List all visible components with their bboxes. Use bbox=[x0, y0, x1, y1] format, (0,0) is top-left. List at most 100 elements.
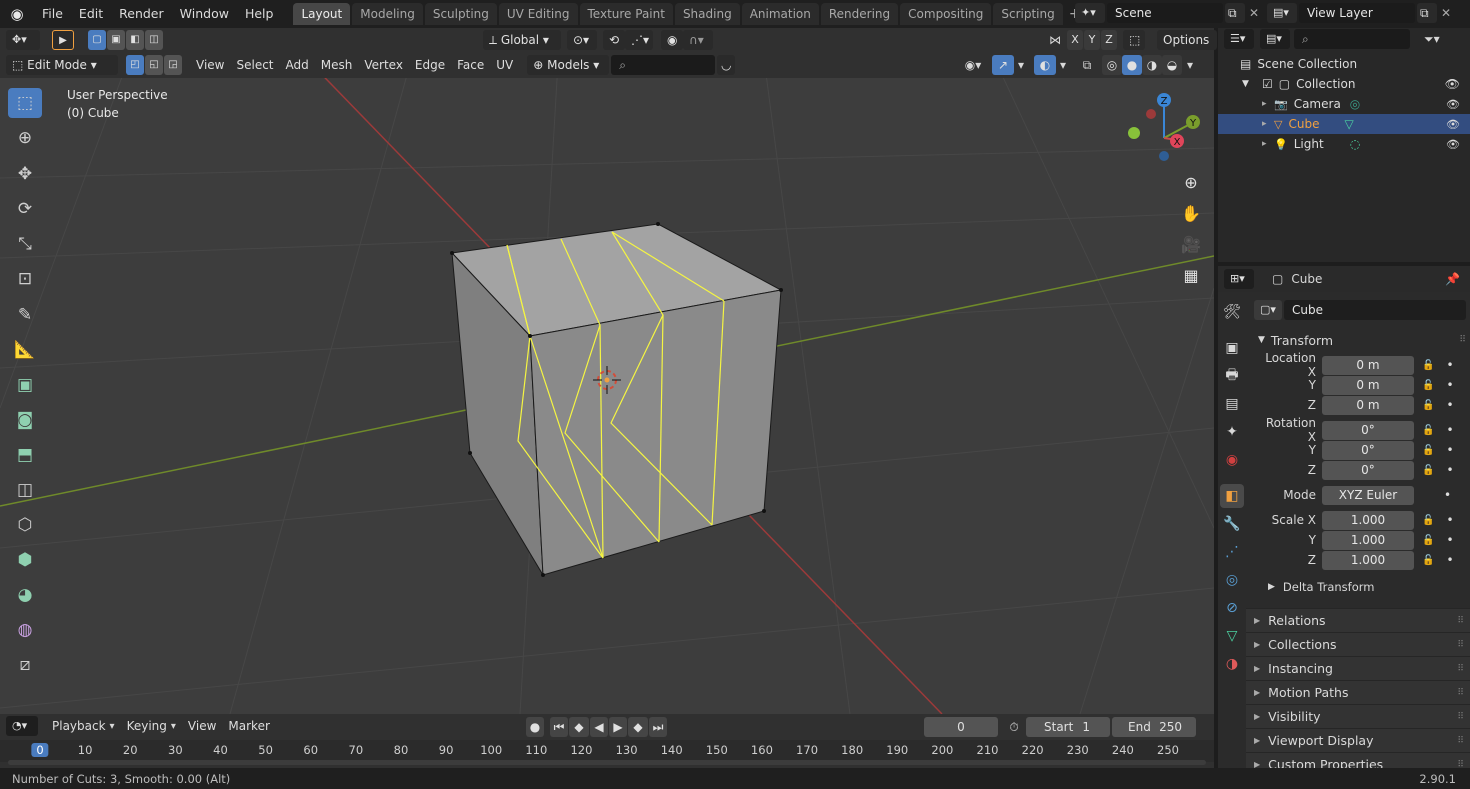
collection-row[interactable]: ▼ ☑ ▢ Collection 👁 bbox=[1218, 74, 1470, 94]
menu-edit[interactable]: Edit bbox=[71, 2, 111, 26]
wireframe-shading-icon[interactable]: ◎ bbox=[1102, 55, 1122, 75]
scene-collection-row[interactable]: ▤ Scene Collection bbox=[1218, 54, 1470, 74]
pivot-point-icon[interactable]: ⊙▾ bbox=[567, 30, 597, 50]
gizmo-toggle-icon[interactable]: ↗ bbox=[992, 55, 1014, 75]
visibility-icon[interactable]: ◉▾ bbox=[958, 58, 988, 72]
blender-logo-icon[interactable]: ◉ bbox=[0, 5, 34, 23]
viewport-canvas[interactable]: User Perspective (0) Cube Z Y X ⊕ ✋ 🎥 ▦ bbox=[0, 28, 1214, 714]
location-y-value[interactable]: 0 m bbox=[1322, 375, 1414, 395]
viewport-scene[interactable] bbox=[0, 28, 1214, 714]
menu-vertex[interactable]: Vertex bbox=[358, 55, 409, 75]
record-icon[interactable]: ● bbox=[526, 717, 544, 737]
pin-icon[interactable]: 📌 bbox=[1445, 272, 1460, 286]
drag-handle-icon[interactable]: ⠿ bbox=[1457, 688, 1464, 698]
zoom-icon[interactable]: ⊕ bbox=[1177, 168, 1205, 196]
scale-y-lock-icon[interactable]: 🔓 bbox=[1422, 535, 1434, 546]
spin-tool-icon[interactable]: ◕ bbox=[8, 580, 42, 610]
edge-slide-icon[interactable]: ⧄ bbox=[8, 650, 42, 680]
inset-tool-icon[interactable]: ◙ bbox=[8, 405, 42, 435]
tool-tab-icon[interactable]: 🛠 bbox=[1220, 300, 1244, 324]
panel-relations[interactable]: ▶ Relations ⠿ bbox=[1246, 608, 1470, 632]
mirror-x-toggle[interactable]: X bbox=[1067, 30, 1083, 50]
mode-dropdown[interactable]: ⬚ Edit Mode ▾ bbox=[6, 55, 118, 75]
mirror-z-toggle[interactable]: Z bbox=[1101, 30, 1117, 50]
timeline-menu-playback[interactable]: Playback bbox=[46, 716, 112, 736]
knife-tool-icon[interactable]: ⬡ bbox=[8, 510, 42, 540]
location-z-value[interactable]: 0 m bbox=[1322, 395, 1414, 415]
object-name-input[interactable]: Cube bbox=[1284, 300, 1466, 320]
scale-y-keyframe-icon[interactable]: • bbox=[1446, 533, 1453, 547]
tab-sculpting[interactable]: Sculpting bbox=[424, 3, 497, 25]
drag-handle-icon[interactable]: ⠿ bbox=[1457, 640, 1464, 650]
overlays-toggle-icon[interactable]: ◐ bbox=[1034, 55, 1056, 75]
object-tab-icon[interactable]: ◧ bbox=[1220, 484, 1244, 508]
navigation-gizmo[interactable]: Z Y X bbox=[1122, 90, 1206, 170]
tab-texture-paint[interactable]: Texture Paint bbox=[579, 3, 673, 25]
rotation-y-lock-icon[interactable]: 🔓 bbox=[1422, 445, 1434, 456]
render-tab-icon[interactable]: ▣ bbox=[1220, 336, 1244, 360]
panel-motion-paths[interactable]: ▶ Motion Paths ⠿ bbox=[1246, 680, 1470, 704]
annotate-tool-icon[interactable]: ✎ bbox=[8, 300, 42, 330]
outliner-editor-icon[interactable]: ☰▾ bbox=[1224, 29, 1254, 49]
scale-x-lock-icon[interactable]: 🔓 bbox=[1422, 515, 1434, 526]
vertex-select-icon[interactable]: ◰ bbox=[126, 55, 144, 75]
rotation-y-value[interactable]: 0° bbox=[1322, 440, 1414, 460]
start-frame-field[interactable]: Start 1 bbox=[1026, 717, 1110, 737]
output-tab-icon[interactable]: 🖶 bbox=[1220, 364, 1244, 388]
tab-modeling[interactable]: Modeling bbox=[352, 3, 423, 25]
light-visibility-icon[interactable]: 👁 bbox=[1446, 138, 1460, 151]
location-y-lock-icon[interactable]: 🔓 bbox=[1422, 380, 1434, 391]
auto-merge-icon[interactable]: ⬚ bbox=[1123, 30, 1145, 50]
rotation-z-lock-icon[interactable]: 🔓 bbox=[1422, 465, 1434, 476]
world-tab-icon[interactable]: ◉ bbox=[1220, 448, 1244, 472]
menu-help[interactable]: Help bbox=[237, 2, 282, 26]
rotate-tool-icon[interactable]: ⟳ bbox=[8, 194, 42, 224]
extrude-tool-icon[interactable]: ▣ bbox=[8, 370, 42, 400]
new-scene-icon[interactable]: ⧉ bbox=[1225, 3, 1245, 23]
transform-tool-icon[interactable]: ⊡ bbox=[8, 264, 42, 294]
drag-handle-icon[interactable]: ⠿ bbox=[1457, 616, 1464, 626]
gizmo-options-icon[interactable]: ▾ bbox=[1014, 58, 1028, 72]
menu-view[interactable]: View bbox=[190, 55, 230, 75]
tab-layout[interactable]: Layout bbox=[293, 3, 351, 25]
pan-hand-icon[interactable]: ✋ bbox=[1177, 199, 1205, 227]
properties-editor-icon[interactable]: ⊞▾ bbox=[1224, 269, 1254, 289]
select-tool-icon[interactable]: ▶ bbox=[52, 30, 74, 50]
menu-window[interactable]: Window bbox=[172, 2, 237, 26]
models-dropdown[interactable]: ⊕ Models ▾ bbox=[527, 55, 610, 75]
rotation-x-keyframe-icon[interactable]: • bbox=[1446, 423, 1453, 437]
next-keyframe-icon[interactable]: ◆ bbox=[628, 717, 648, 737]
scale-z-keyframe-icon[interactable]: • bbox=[1446, 553, 1453, 567]
asset-search-input[interactable]: ⌕ bbox=[611, 55, 716, 75]
drag-handle-icon[interactable]: ⠿ bbox=[1457, 736, 1464, 746]
panel-viewport-display[interactable]: ▶ Viewport Display ⠿ bbox=[1246, 728, 1470, 752]
timeline-menu-marker[interactable]: Marker bbox=[222, 716, 275, 736]
clock-icon[interactable]: ⏱ bbox=[1002, 720, 1026, 735]
tab-shading[interactable]: Shading bbox=[674, 3, 740, 25]
object-data-icon[interactable]: ▢▾ bbox=[1254, 300, 1282, 320]
asset-filter-icon[interactable]: ◡ bbox=[717, 55, 736, 75]
loop-cut-tool-icon[interactable]: ◫ bbox=[8, 475, 42, 505]
proportional-edit-icon[interactable]: ◉ bbox=[661, 30, 683, 50]
solid-shading-icon[interactable]: ● bbox=[1122, 55, 1142, 75]
outliner-search-input[interactable]: ⌕ bbox=[1294, 29, 1410, 49]
end-frame-field[interactable]: End 250 bbox=[1112, 717, 1196, 737]
modifier-tab-icon[interactable]: 🔧 bbox=[1220, 512, 1244, 536]
scale-x-keyframe-icon[interactable]: • bbox=[1446, 513, 1453, 527]
data-tab-icon[interactable]: ▽ bbox=[1220, 624, 1244, 648]
location-x-value[interactable]: 0 m bbox=[1322, 355, 1414, 375]
measure-tool-icon[interactable]: 📐 bbox=[8, 335, 42, 365]
camera-view-icon[interactable]: 🎥 bbox=[1177, 230, 1205, 258]
outliner-item-cube[interactable]: ▸ ▽ Cube ▽ 👁 bbox=[1218, 114, 1470, 134]
view-layer-field[interactable]: View Layer bbox=[1299, 3, 1415, 23]
jump-start-icon[interactable]: ⏮ bbox=[550, 717, 568, 737]
cursor-tool-icon[interactable]: ⊕ bbox=[8, 123, 42, 153]
camera-visibility-icon[interactable]: 👁 bbox=[1446, 98, 1460, 111]
transform-orientation-dropdown[interactable]: ⟂ Global ▾ bbox=[483, 30, 561, 50]
view-layer-icon[interactable]: ▤▾ bbox=[1267, 3, 1297, 23]
edge-select-icon[interactable]: ◱ bbox=[145, 55, 163, 75]
select-extend-icon[interactable]: ▣ bbox=[107, 30, 125, 50]
outliner-item-light[interactable]: ▸ 💡 Light ◌ 👁 bbox=[1218, 134, 1470, 154]
expand-light-icon[interactable]: ▸ bbox=[1262, 139, 1274, 149]
timeline-editor-icon[interactable]: ◔▾ bbox=[6, 716, 38, 736]
